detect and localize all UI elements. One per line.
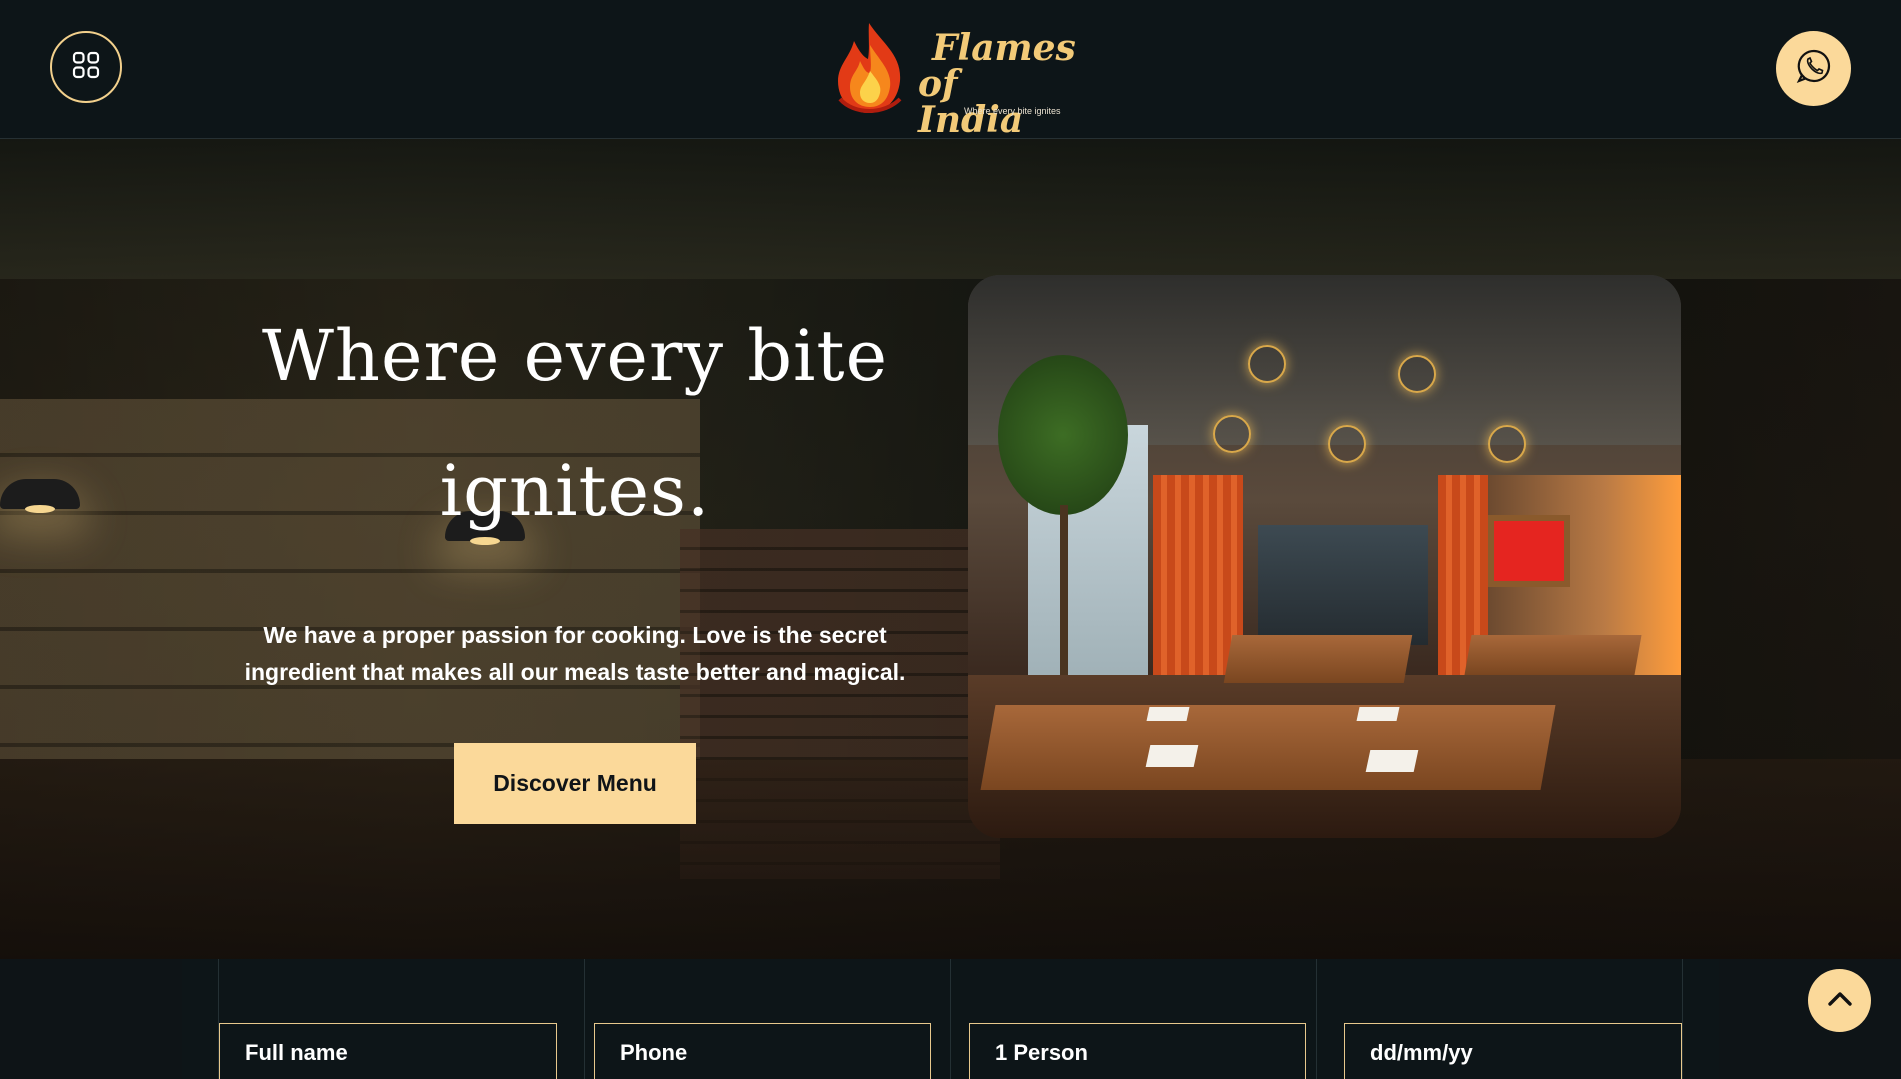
hero-section: Where every bite ignites. We have a prop… — [0, 139, 1901, 959]
full-name-field[interactable]: Full name — [219, 1023, 557, 1079]
hero-description: We have a proper passion for cooking. Lo… — [244, 622, 906, 685]
whatsapp-button[interactable] — [1776, 31, 1851, 106]
logo-line-2: of India — [918, 63, 1024, 141]
menu-button[interactable] — [50, 31, 122, 103]
logo-wordmark: Flames of India Where every bite ignites — [918, 20, 1076, 138]
logo-line-1: Flames — [932, 27, 1076, 69]
chevron-up-icon — [1827, 989, 1853, 1012]
site-header: Flames of India Where every bite ignites — [0, 0, 1901, 139]
reservation-form: Full name Phone 1 Person dd/mm/yy — [182, 959, 1719, 1079]
site-logo[interactable]: Flames of India Where every bite ignites — [830, 18, 1076, 138]
flame-icon — [830, 19, 908, 122]
date-field[interactable]: dd/mm/yy — [1344, 1023, 1682, 1079]
background-lamp — [0, 479, 80, 513]
scroll-to-top-button[interactable] — [1808, 969, 1871, 1032]
whatsapp-icon — [1795, 47, 1833, 90]
phone-field[interactable]: Phone — [594, 1023, 931, 1079]
restaurant-interior-image — [968, 275, 1681, 838]
discover-menu-button[interactable]: Discover Menu — [454, 743, 696, 824]
grid-icon — [72, 51, 100, 84]
hero-title: Where every bite ignites. — [261, 315, 888, 532]
logo-tagline: Where every bite ignites — [964, 106, 1061, 116]
guests-select[interactable]: 1 Person — [969, 1023, 1306, 1079]
background-ceiling — [0, 139, 1901, 279]
